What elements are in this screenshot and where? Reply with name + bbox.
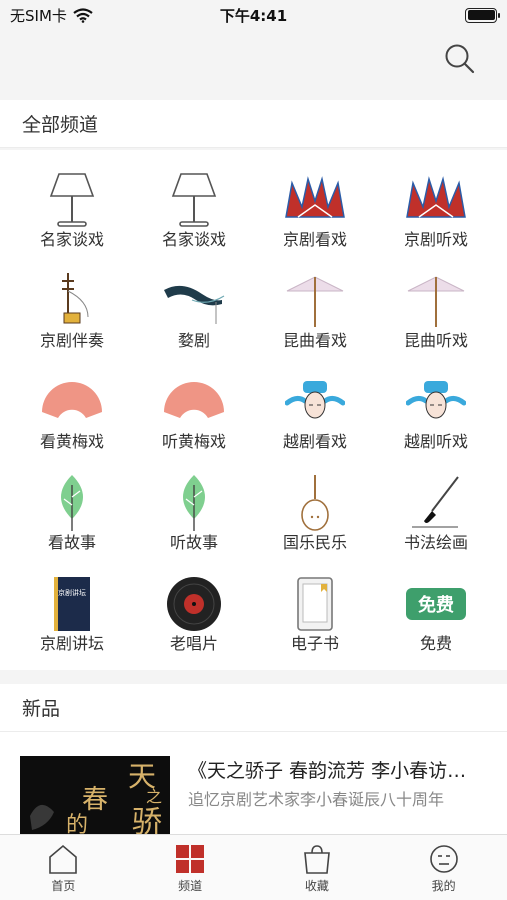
ebook-icon [280, 572, 350, 636]
channel-item[interactable]: 昆曲听戏 [376, 251, 496, 351]
channel-label: 听黄梅戏 [161, 432, 226, 451]
tab-label: 频道 [178, 879, 203, 893]
new-items-header: 新品 [0, 684, 507, 732]
wifi-icon [73, 7, 93, 23]
parasol-icon [401, 269, 471, 333]
leaf-icon [159, 471, 229, 535]
tab-home[interactable]: 首页 [0, 835, 127, 900]
channel-item[interactable]: 京剧听戏 [376, 150, 496, 250]
status-bar: 无SIM卡 下午4:41 [0, 0, 507, 30]
bag-icon [303, 845, 330, 874]
battery-icon [465, 7, 500, 23]
new-items-section: 新品 天 之 骄 春 的 《天之骄子 春韵流芳 李小春访… 追忆京剧艺术家李小春… [0, 684, 507, 834]
pipa-icon [280, 471, 350, 535]
leaf-icon [37, 471, 107, 535]
channel-label: 越剧看戏 [282, 432, 347, 451]
profile-icon [429, 845, 458, 873]
channel-label: 看故事 [47, 533, 96, 552]
tab-label: 我的 [431, 879, 456, 893]
tab-label: 收藏 [304, 879, 329, 893]
channel-label: 婺剧 [177, 331, 210, 350]
channel-item[interactable]: 免费 免费 [376, 554, 496, 654]
fan-icon [159, 370, 229, 434]
channel-label: 免费 [419, 634, 452, 653]
item-thumbnail: 天 之 骄 春 的 [20, 756, 170, 834]
channel-label: 越剧听戏 [403, 432, 468, 451]
tab-favorites[interactable]: 收藏 [254, 835, 381, 900]
channel-item[interactable]: 越剧听戏 [376, 352, 496, 452]
channel-item[interactable]: 看故事 [12, 453, 132, 553]
tab-profile[interactable]: 我的 [380, 835, 507, 900]
grid-icon [176, 845, 205, 873]
vinyl-record-icon [159, 572, 229, 636]
book-icon: 京剧讲坛 [37, 572, 107, 636]
lamp-icon [159, 168, 229, 232]
channel-item[interactable]: 听故事 [134, 453, 254, 553]
opera-face-icon [401, 370, 471, 434]
channel-grid: 名家谈戏 名家谈戏 京剧看戏 京剧听戏 京剧伴奏 婺剧 昆曲看戏 昆曲听戏 看黄… [0, 150, 507, 670]
home-icon [49, 844, 78, 874]
channel-label: 名家谈戏 [39, 230, 104, 249]
channel-label: 国乐民乐 [282, 533, 347, 552]
tab-bar: 首页 频道 收藏 我的 [0, 834, 507, 900]
ink-stroke-icon [159, 269, 229, 333]
search-icon[interactable] [443, 42, 477, 76]
opera-crown-icon [280, 168, 350, 232]
new-item-card[interactable]: 天 之 骄 春 的 《天之骄子 春韵流芳 李小春访… 追忆京剧艺术家李小春诞辰八… [20, 740, 500, 834]
svg-text:免费: 免费 [418, 594, 454, 616]
opera-face-icon [280, 370, 350, 434]
svg-text:京剧讲坛: 京剧讲坛 [58, 588, 86, 597]
erhu-icon [37, 269, 107, 333]
tab-label: 首页 [51, 879, 76, 893]
channel-item[interactable]: 书法绘画 [376, 453, 496, 553]
svg-text:春: 春 [82, 785, 108, 815]
channel-item[interactable]: 老唱片 [134, 554, 254, 654]
channel-item[interactable]: 京剧伴奏 [12, 251, 132, 351]
channel-item[interactable]: 名家谈戏 [134, 150, 254, 250]
channel-label: 听故事 [169, 533, 218, 552]
section-title: 新品 [22, 698, 61, 720]
fan-icon [37, 370, 107, 434]
channel-item[interactable]: 名家谈戏 [12, 150, 132, 250]
channel-item[interactable]: 京剧讲坛 京剧讲坛 [12, 554, 132, 654]
item-subtitle: 追忆京剧艺术家李小春诞辰八十周年 [188, 790, 445, 809]
svg-text:的: 的 [66, 813, 88, 834]
section-title: 全部频道 [22, 114, 99, 136]
channel-item[interactable]: 看黄梅戏 [12, 352, 132, 452]
channel-label: 名家谈戏 [161, 230, 226, 249]
channel-label: 昆曲看戏 [282, 331, 347, 350]
opera-crown-icon [401, 168, 471, 232]
svg-text:之: 之 [146, 787, 162, 806]
all-channels-header: 全部频道 [0, 100, 507, 148]
channel-label: 京剧讲坛 [39, 634, 104, 653]
channel-item[interactable]: 听黄梅戏 [134, 352, 254, 452]
free-badge-icon: 免费 [401, 572, 471, 636]
channel-label: 电子书 [290, 634, 339, 653]
channel-label: 看黄梅戏 [39, 432, 104, 451]
parasol-icon [280, 269, 350, 333]
header [0, 30, 507, 100]
channel-label: 老唱片 [169, 634, 218, 653]
brush-icon [401, 471, 471, 535]
carrier-label: 无SIM卡 [10, 6, 67, 25]
channel-item[interactable]: 电子书 [255, 554, 375, 654]
channel-label: 京剧听戏 [403, 230, 468, 249]
svg-text:骄: 骄 [132, 805, 162, 834]
channel-item[interactable]: 国乐民乐 [255, 453, 375, 553]
channel-item[interactable]: 婺剧 [134, 251, 254, 351]
tab-channels[interactable]: 频道 [127, 835, 254, 900]
channel-label: 京剧看戏 [282, 230, 347, 249]
channel-label: 书法绘画 [403, 533, 468, 552]
lamp-icon [37, 168, 107, 232]
channel-label: 京剧伴奏 [39, 331, 104, 350]
channel-label: 昆曲听戏 [403, 331, 468, 350]
channel-item[interactable]: 京剧看戏 [255, 150, 375, 250]
channel-item[interactable]: 越剧看戏 [255, 352, 375, 452]
item-title: 《天之骄子 春韵流芳 李小春访… [188, 760, 467, 782]
channel-item[interactable]: 昆曲看戏 [255, 251, 375, 351]
